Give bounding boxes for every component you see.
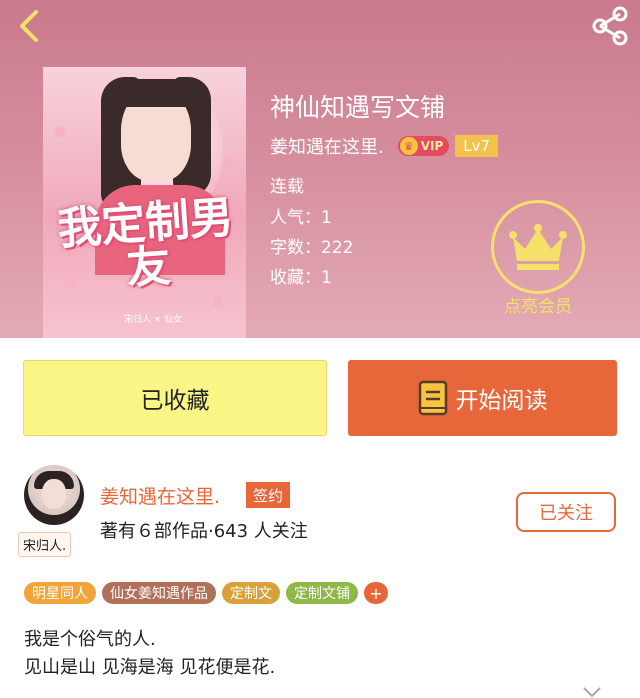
tag-item[interactable]: 定制文 (222, 582, 280, 604)
avatar-face (42, 479, 66, 509)
start-reading-button[interactable]: 开始阅读 (348, 360, 617, 436)
book-cover[interactable]: 我定制男友 宋归人 × 仙女 (43, 67, 246, 338)
cover-title: 我定制男友 (55, 191, 235, 295)
member-button[interactable] (491, 200, 585, 294)
author-row: 姜知遇在这里. ♛ VIP Lv7 (270, 133, 499, 159)
book-description: 我是个俗气的人. 见山是山 见海是海 见花便是花. (24, 626, 275, 682)
tag-item[interactable]: 明星同人 (24, 582, 96, 604)
author-avatar[interactable] (24, 465, 84, 525)
petal-icon (55, 127, 65, 137)
member-label[interactable]: 点亮会员 (488, 292, 588, 317)
back-icon[interactable] (10, 6, 50, 46)
chevron-down-icon[interactable] (582, 686, 602, 698)
level-badge: Lv7 (455, 135, 499, 157)
author-stats: 著有６部作品·643 人关注 (100, 521, 308, 542)
favorite-button[interactable]: 已收藏 (23, 360, 327, 436)
author-name[interactable]: 姜知遇在这里. (100, 482, 220, 509)
vip-label: VIP (420, 139, 444, 153)
book-title: 神仙知遇写文铺 (270, 93, 446, 122)
petal-icon (213, 297, 223, 307)
book-popularity: 人气：1 (270, 208, 332, 228)
crown-icon (509, 224, 567, 270)
signed-badge: 签约 (246, 482, 291, 508)
avatar-tag: 宋归人. (18, 532, 72, 557)
start-reading-label: 开始阅读 (455, 388, 548, 414)
cover-caption: 宋归人 × 仙女 (123, 315, 183, 325)
description-line: 我是个俗气的人. (24, 629, 156, 650)
book-favorites: 收藏：1 (270, 268, 332, 288)
book-icon (418, 380, 447, 416)
vip-badge: ♛ VIP (397, 136, 450, 156)
book-word-count: 字数：222 (270, 238, 354, 258)
book-author[interactable]: 姜知遇在这里. (270, 133, 384, 159)
book-status: 连载 (270, 177, 304, 197)
description-line: 见山是山 见海是海 见花便是花. (24, 657, 276, 678)
tag-list: 明星同人 仙女姜知遇作品 定制文 定制文铺 + (24, 582, 388, 604)
crown-icon: ♛ (399, 137, 418, 155)
follow-button[interactable]: 已关注 (516, 492, 616, 532)
add-tag-button[interactable]: + (364, 582, 388, 604)
share-icon[interactable] (588, 4, 632, 48)
petal-icon (223, 157, 233, 167)
tag-item[interactable]: 仙女姜知遇作品 (102, 582, 216, 604)
tag-item[interactable]: 定制文铺 (286, 582, 358, 604)
cover-hair-top (113, 79, 199, 107)
